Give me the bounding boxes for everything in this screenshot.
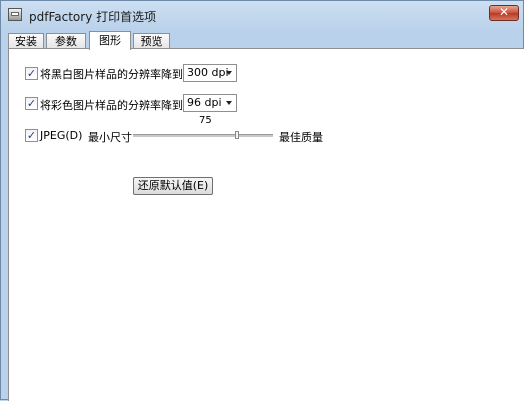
chevron-down-icon: [226, 71, 232, 75]
slider-track: [133, 134, 273, 137]
chevron-down-icon: [226, 101, 232, 105]
bw-resolution-label: 将黑白图片样品的分辨率降到(B): [40, 68, 200, 81]
tab-parameters[interactable]: 参数: [46, 33, 86, 49]
close-button[interactable]: ✕: [489, 5, 519, 21]
print-preferences-window: pdfFactory 打印首选项 ✕ 安装 参数 图形 预览 ✓ 将黑白图片样品…: [0, 0, 524, 401]
tab-preview[interactable]: 预览: [133, 33, 170, 49]
title-bar: pdfFactory 打印首选项 ✕: [1, 1, 523, 29]
jpeg-quality-slider[interactable]: [133, 129, 273, 143]
jpeg-best-quality-label: 最佳质量: [279, 131, 323, 144]
bw-resolution-checkbox[interactable]: ✓: [25, 67, 38, 80]
graphics-panel: ✓ 将黑白图片样品的分辨率降到(B) 300 dpi ✓ 将彩色图片样品的分辨率…: [8, 48, 524, 401]
slider-thumb[interactable]: [235, 131, 239, 139]
color-resolution-checkbox[interactable]: ✓: [25, 97, 38, 110]
bw-dpi-value: 300 dpi: [187, 66, 229, 79]
jpeg-quality-value: 75: [199, 115, 212, 126]
jpeg-label: JPEG(D): [40, 129, 83, 142]
window-title: pdfFactory 打印首选项: [29, 10, 157, 24]
jpeg-checkbox[interactable]: ✓: [25, 129, 38, 142]
jpeg-min-size-label: 最小尺寸: [88, 131, 132, 144]
tab-install[interactable]: 安装: [8, 33, 44, 49]
reset-defaults-button[interactable]: 还原默认值(E): [133, 177, 213, 195]
printer-icon: [8, 8, 22, 21]
color-dpi-select[interactable]: 96 dpi: [183, 94, 237, 112]
tab-graphics[interactable]: 图形: [89, 31, 131, 50]
color-dpi-value: 96 dpi: [187, 96, 222, 109]
bw-dpi-select[interactable]: 300 dpi: [183, 64, 237, 82]
color-resolution-label: 将彩色图片样品的分辨率降到(C): [40, 99, 200, 112]
